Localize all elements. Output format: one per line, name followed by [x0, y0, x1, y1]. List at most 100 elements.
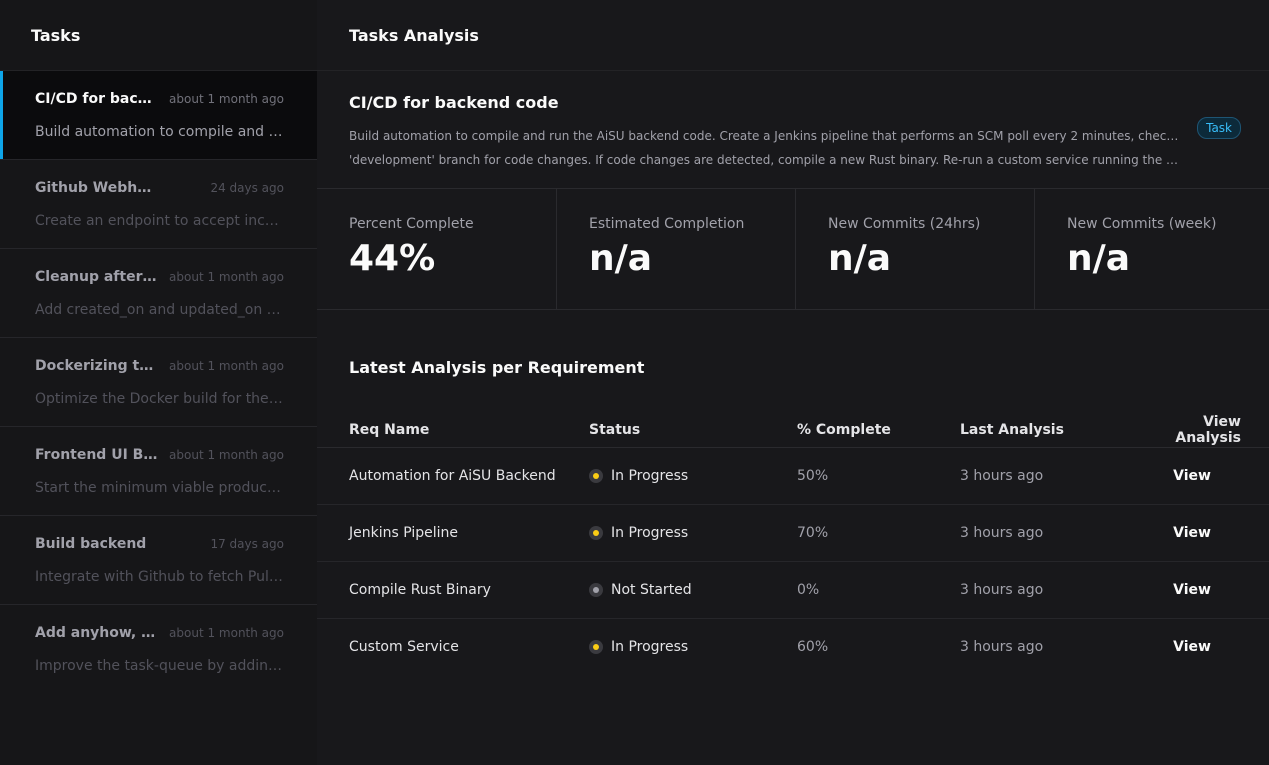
stat-estimated-completion: Estimated Completion n/a: [557, 189, 796, 309]
task-time: about 1 month ago: [169, 448, 284, 462]
status-dot-icon: [589, 639, 603, 654]
view-analysis-link[interactable]: View: [1173, 639, 1211, 655]
stat-new-commits-24hrs: New Commits (24hrs) n/a: [796, 189, 1035, 309]
status-cell: In Progress: [589, 618, 797, 675]
column-header-status: Status: [589, 413, 797, 448]
task-detail-description-line: Build automation to compile and run the …: [349, 129, 1179, 143]
task-name: CI/CD for backend code: [35, 91, 160, 107]
view-cell: View: [1145, 504, 1269, 562]
stat-value: 44%: [349, 238, 436, 279]
task-name: Cleanup after after migration: [35, 269, 160, 285]
status-cell: In Progress: [589, 447, 797, 505]
sidebar-title: Tasks: [31, 25, 81, 45]
stats-row: Percent Complete 44% Estimated Completio…: [317, 189, 1269, 310]
table-row: Jenkins Pipeline In Progress 70% 3 hours…: [317, 504, 1269, 562]
column-header-view-analysis: View Analysis: [1145, 413, 1269, 448]
status-dot-icon: [589, 468, 603, 483]
task-name: Build backend: [35, 536, 147, 552]
sidebar-header: Tasks: [0, 0, 317, 71]
main-panel: Tasks Analysis CI/CD for backend code Bu…: [317, 0, 1269, 765]
stat-value: n/a: [589, 238, 653, 279]
task-description: Build automation to compile and run the …: [35, 124, 284, 140]
view-cell: View: [1145, 561, 1269, 619]
task-list: CI/CD for backend code about 1 month ago…: [0, 71, 317, 694]
complete-cell: 70%: [797, 504, 960, 562]
status-label: In Progress: [611, 638, 689, 655]
stat-label: New Commits (24hrs): [828, 216, 981, 232]
task-detail-description-line: 'development' branch for code changes. I…: [349, 153, 1179, 167]
task-time: 24 days ago: [210, 181, 284, 195]
view-analysis-link[interactable]: View: [1173, 468, 1211, 484]
table-row: Compile Rust Binary Not Started 0% 3 hou…: [317, 561, 1269, 619]
task-detail-name: CI/CD for backend code: [349, 93, 559, 112]
status-label: Not Started: [611, 581, 692, 598]
status-cell: In Progress: [589, 504, 797, 562]
status-label: In Progress: [611, 524, 689, 541]
task-time: about 1 month ago: [169, 92, 284, 106]
status-cell: Not Started: [589, 561, 797, 619]
column-header-req-name: Req Name: [317, 413, 589, 448]
table-row: Automation for AiSU Backend In Progress …: [317, 447, 1269, 505]
task-list-item[interactable]: Frontend UI Build about 1 month ago Star…: [0, 427, 317, 516]
task-description: Optimize the Docker build for the task r…: [35, 391, 284, 407]
task-time: 17 days ago: [210, 537, 284, 551]
stat-percent-complete: Percent Complete 44%: [317, 189, 557, 309]
table-row: Custom Service In Progress 60% 3 hours a…: [317, 618, 1269, 675]
req-name-cell: Custom Service: [349, 638, 459, 655]
page-title: Tasks Analysis: [349, 25, 479, 45]
last-analysis-cell: 3 hours ago: [960, 447, 1145, 505]
task-description: Add created_on and updated_on timestamps: [35, 302, 284, 318]
analysis-title: Latest Analysis per Requirement: [349, 358, 645, 377]
complete-cell: 50%: [797, 447, 960, 505]
view-analysis-link[interactable]: View: [1173, 582, 1211, 598]
req-name-cell: Compile Rust Binary: [317, 561, 589, 619]
task-description: Improve the task-queue by adding error h…: [35, 658, 284, 674]
req-name-cell: Automation for AiSU Backend: [317, 447, 589, 505]
task-time: about 1 month ago: [169, 359, 284, 373]
task-description: Start the minimum viable product for the…: [35, 480, 284, 496]
app-root: Tasks CI/CD for backend code about 1 mon…: [0, 0, 1269, 765]
task-list-item[interactable]: CI/CD for backend code about 1 month ago…: [0, 71, 317, 160]
stat-new-commits-week: New Commits (week) n/a: [1035, 189, 1269, 309]
last-analysis-cell: 3 hours ago: [960, 561, 1145, 619]
task-time: about 1 month ago: [169, 626, 284, 640]
status-dot-icon: [589, 525, 603, 540]
task-name: Dockerizing task runner: [35, 358, 160, 374]
column-header-last-analysis: Last Analysis: [960, 413, 1145, 448]
main-header: Tasks Analysis: [317, 0, 1269, 71]
task-list-item[interactable]: Add anyhow, add error handling about 1 m…: [0, 605, 317, 694]
task-time: about 1 month ago: [169, 270, 284, 284]
stat-value: n/a: [828, 238, 892, 279]
stat-label: Estimated Completion: [589, 216, 745, 232]
stat-label: New Commits (week): [1067, 216, 1217, 232]
table-header-row: Req Name Status % Complete Last Analysis…: [317, 413, 1269, 448]
task-list-item[interactable]: Cleanup after after migration about 1 mo…: [0, 249, 317, 338]
task-description: Integrate with Github to fetch Pull Requ…: [35, 569, 284, 585]
task-description: Create an endpoint to accept incoming we…: [35, 213, 284, 229]
view-cell: View: [1145, 447, 1269, 505]
task-list-item[interactable]: Build backend 17 days ago Integrate with…: [0, 516, 317, 605]
stat-label: Percent Complete: [349, 216, 474, 232]
task-name: Github Webhook and Trigger: [35, 180, 160, 196]
task-type-badge: Task: [1197, 117, 1241, 139]
task-name: Add anyhow, add error handling: [35, 625, 160, 641]
status-label: In Progress: [611, 467, 689, 484]
task-detail: CI/CD for backend code Build automation …: [317, 71, 1269, 189]
task-name: Frontend UI Build: [35, 447, 160, 463]
status-dot-icon: [589, 582, 603, 597]
view-cell: View: [1145, 618, 1269, 675]
complete-cell: 60%: [797, 638, 829, 655]
sidebar: Tasks CI/CD for backend code about 1 mon…: [0, 0, 317, 765]
task-list-item[interactable]: Dockerizing task runner about 1 month ag…: [0, 338, 317, 427]
analysis-table: Req Name Status % Complete Last Analysis…: [317, 413, 1269, 675]
stat-value: n/a: [1067, 238, 1131, 279]
complete-cell: 0%: [797, 561, 960, 619]
last-analysis-cell: 3 hours ago: [960, 504, 1145, 562]
view-analysis-link[interactable]: View: [1173, 525, 1211, 541]
last-analysis-cell: 3 hours ago: [960, 638, 1044, 655]
req-name-cell: Jenkins Pipeline: [317, 504, 589, 562]
column-header-complete: % Complete: [797, 413, 960, 448]
task-list-item[interactable]: Github Webhook and Trigger 24 days ago C…: [0, 160, 317, 249]
task-detail-description: Build automation to compile and run the …: [349, 124, 1179, 172]
analysis-section: Latest Analysis per Requirement Req Name…: [317, 310, 1269, 675]
